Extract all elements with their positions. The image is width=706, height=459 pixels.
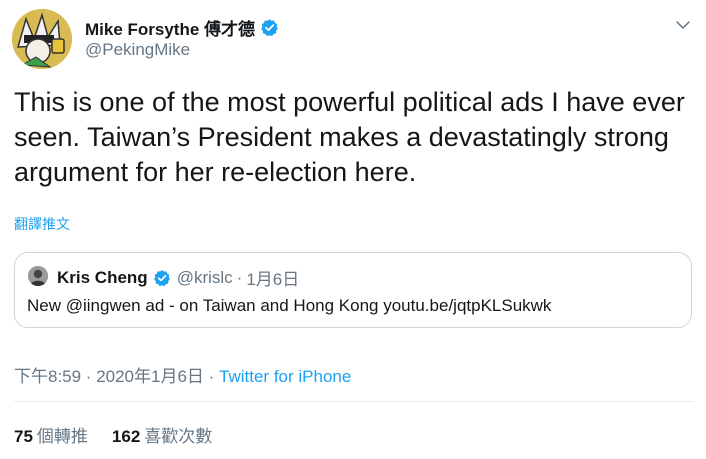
verified-badge-icon	[153, 269, 170, 286]
retweets-count: 75	[14, 427, 33, 446]
author-name-text: Mike Forsythe 傅才德	[85, 20, 256, 39]
tweet-text: This is one of the most powerful politic…	[14, 87, 685, 187]
quoted-tweet-header: Kris Cheng @krislc · 1月6日	[57, 265, 299, 290]
retweets-label: 個轉推	[36, 427, 88, 446]
quoted-tweet-text: New @iingwen ad - on Taiwan and Hong Kon…	[27, 296, 552, 315]
quoted-tweet[interactable]: Kris Cheng @krislc · 1月6日 New @iingwen a…	[14, 252, 692, 328]
verified-badge-icon	[261, 19, 278, 36]
tweet-stats: 75 個轉推 162 喜歡次數	[14, 422, 236, 447]
user-avatar-icon	[28, 266, 48, 286]
quoted-author-avatar	[28, 266, 48, 286]
quoted-author-handle: @krislc	[176, 267, 233, 287]
tweet-card: Mike Forsythe 傅才德 @PekingMike This is on…	[0, 0, 706, 459]
tweet-source-link[interactable]: Twitter for iPhone	[219, 367, 351, 386]
cartoon-avatar-icon	[12, 9, 72, 69]
quoted-tweet-date: 1月6日	[246, 270, 300, 289]
tweet-timestamp[interactable]: 下午8:59 · 2020年1月6日 ·	[14, 367, 219, 386]
author-avatar[interactable]	[12, 9, 72, 69]
likes-stat[interactable]: 162 喜歡次數	[112, 422, 212, 447]
quoted-author-name: Kris Cheng	[57, 267, 148, 287]
chevron-down-icon[interactable]	[674, 16, 692, 34]
translate-tweet-link[interactable]: 翻譯推文	[14, 214, 70, 234]
likes-label: 喜歡次數	[144, 427, 213, 446]
author-handle[interactable]: @PekingMike	[85, 40, 190, 60]
separator-dot: ·	[236, 267, 243, 287]
divider	[14, 401, 694, 402]
retweets-stat[interactable]: 75 個轉推	[14, 422, 88, 447]
likes-count: 162	[111, 427, 141, 446]
tweet-meta: 下午8:59 · 2020年1月6日 · Twitter for iPhone	[14, 362, 351, 387]
author-display-name[interactable]: Mike Forsythe 傅才德	[85, 15, 279, 40]
